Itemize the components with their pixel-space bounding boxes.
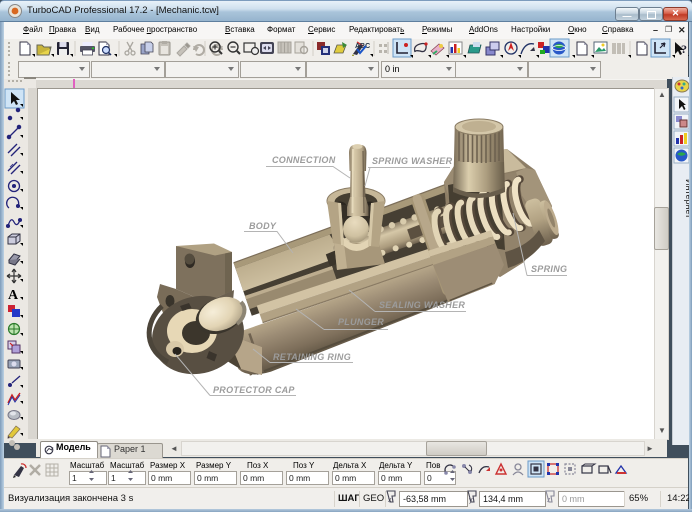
svg-text:?: ?: [681, 42, 687, 56]
svg-text:y: y: [469, 497, 473, 504]
svg-text:x: x: [388, 497, 392, 504]
svg-text:A: A: [8, 288, 19, 303]
svg-text:z: z: [547, 497, 551, 504]
